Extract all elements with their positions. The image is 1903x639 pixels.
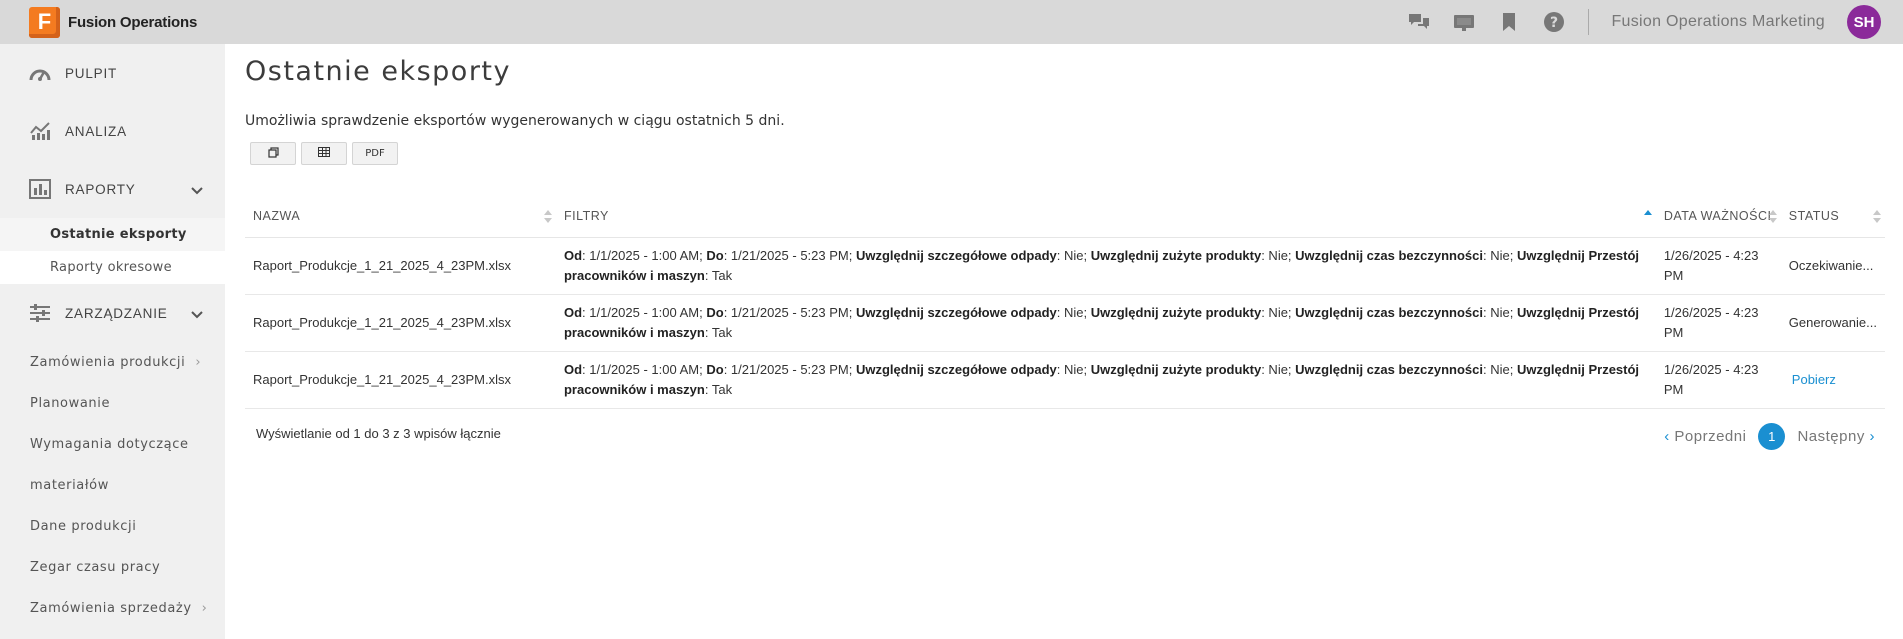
- brand[interactable]: F Fusion Operations: [29, 6, 198, 38]
- company-name[interactable]: Fusion Operations Marketing: [1611, 13, 1825, 31]
- sidebar-item-label: Zegar czasu pracy: [30, 560, 161, 575]
- reports-submenu: Ostatnie eksporty Raporty okresowe: [0, 218, 225, 284]
- pdf-button[interactable]: PDF: [352, 142, 398, 165]
- sidebar-item-label: materiałów: [30, 478, 109, 493]
- page-description: Umożliwia sprawdzenie eksportów wygenero…: [245, 113, 785, 129]
- sidebar-item-sales-orders[interactable]: Zamówienia sprzedaży ›: [0, 588, 225, 629]
- chevron-right-icon: ›: [201, 601, 208, 616]
- app-name: Fusion Operations: [68, 13, 198, 31]
- next-page-button[interactable]: Następny ›: [1797, 428, 1875, 445]
- sort-asc-icon: [1643, 210, 1652, 224]
- cell-name: Raport_Produkcje_1_21_2025_4_23PM.xlsx: [245, 351, 556, 409]
- cell-expiry: 1/26/2025 - 4:23 PM: [1655, 237, 1781, 295]
- cell-expiry: 1/26/2025 - 4:23 PM: [1655, 294, 1781, 352]
- sort-icon: [1873, 210, 1881, 224]
- sort-icon: [1768, 210, 1777, 224]
- sidebar-subitem-periodic-reports[interactable]: Raporty okresowe: [0, 251, 225, 284]
- sidebar-item-label: ANALIZA: [65, 123, 127, 139]
- cell-filters: Od: 1/1/2025 - 1:00 AM; Do: 1/21/2025 - …: [555, 351, 1656, 409]
- sidebar-item-analiza[interactable]: ANALIZA: [0, 102, 225, 160]
- report-icon: [29, 178, 51, 200]
- sidebar: PULPIT ANALIZA RAPORTY Ostatnie eksporty…: [0, 44, 225, 639]
- page-title: Ostatnie eksporty: [245, 56, 511, 87]
- column-header-status[interactable]: STATUS: [1780, 196, 1885, 238]
- bookmark-icon[interactable]: [1497, 10, 1521, 34]
- previous-page-button[interactable]: ‹ Poprzedni: [1664, 428, 1746, 445]
- column-header-name[interactable]: NAZWA: [245, 196, 556, 238]
- sidebar-item-material-requirements-cont[interactable]: materiałów: [0, 465, 225, 506]
- sidebar-item-pulpit[interactable]: PULPIT: [0, 44, 225, 102]
- presentation-icon[interactable]: [1452, 10, 1476, 34]
- chat-icon[interactable]: [1407, 10, 1431, 34]
- cell-name: Raport_Produkcje_1_21_2025_4_23PM.xlsx: [245, 294, 556, 352]
- cell-name: Raport_Produkcje_1_21_2025_4_23PM.xlsx: [245, 237, 556, 295]
- download-link[interactable]: Pobierz: [1792, 372, 1836, 387]
- chevron-right-icon: ›: [1869, 428, 1875, 445]
- svg-text:?: ?: [1550, 15, 1558, 31]
- cell-expiry: 1/26/2025 - 4:23 PM: [1655, 351, 1781, 409]
- chart-icon: [29, 120, 51, 142]
- sidebar-item-label: Dane produkcji: [30, 519, 137, 534]
- top-bar: F Fusion Operations ? Fusion Operations …: [0, 0, 1903, 44]
- page-number-current[interactable]: 1: [1758, 423, 1786, 450]
- sidebar-item-label: Planowanie: [30, 396, 111, 411]
- table-header-row: NAZWA FILTRY DATA WAŻNOŚCI STATUS: [245, 196, 1885, 238]
- chevron-down-icon: [191, 180, 203, 199]
- sidebar-item-label: ZARZĄDZANIE: [65, 305, 168, 321]
- sidebar-item-label: RAPORTY: [65, 181, 136, 197]
- chevron-right-icon: ›: [195, 355, 202, 370]
- sidebar-item-time-clock[interactable]: Zegar czasu pracy: [0, 547, 225, 588]
- cell-status: Oczekiwanie...: [1780, 237, 1885, 295]
- sliders-icon: [29, 302, 51, 324]
- dashboard-icon: [29, 62, 51, 84]
- sidebar-item-label: Zamówienia sprzedaży: [30, 601, 192, 616]
- chevron-down-icon: [191, 304, 203, 323]
- table-row: Raport_Produkcje_1_21_2025_4_23PM.xlsx O…: [245, 294, 1885, 352]
- cell-filters: Od: 1/1/2025 - 1:00 AM; Do: 1/21/2025 - …: [555, 237, 1656, 295]
- sidebar-item-planning[interactable]: Planowanie: [0, 383, 225, 424]
- table-info: Wyświetlanie od 1 do 3 z 3 wpisów łączni…: [256, 426, 501, 441]
- column-header-expiry[interactable]: DATA WAŻNOŚCI: [1655, 196, 1781, 238]
- sidebar-item-raporty[interactable]: RAPORTY: [0, 160, 225, 218]
- copy-button[interactable]: [250, 142, 296, 165]
- sidebar-item-production-data[interactable]: Dane produkcji: [0, 506, 225, 547]
- sidebar-item-label: Wymagania dotyczące: [30, 437, 189, 452]
- sidebar-item-material-requirements[interactable]: Wymagania dotyczące: [0, 424, 225, 465]
- divider: [1588, 9, 1590, 35]
- copy-icon: [267, 146, 279, 161]
- table-icon: [318, 147, 330, 160]
- export-toolbar: PDF: [250, 142, 403, 165]
- sidebar-item-zarzadzanie[interactable]: ZARZĄDZANIE: [0, 284, 225, 342]
- main-content: Ostatnie eksporty Umożliwia sprawdzenie …: [225, 44, 1903, 639]
- help-icon[interactable]: ?: [1542, 10, 1566, 34]
- excel-button[interactable]: [301, 142, 347, 165]
- sort-icon: [543, 210, 552, 224]
- sidebar-item-production-orders[interactable]: Zamówienia produkcji ›: [0, 342, 225, 383]
- app-logo: F: [29, 6, 60, 38]
- pagination: ‹ Poprzedni 1 Następny ›: [1664, 423, 1875, 450]
- table-row: Raport_Produkcje_1_21_2025_4_23PM.xlsx O…: [245, 237, 1885, 295]
- sidebar-item-label: PULPIT: [65, 65, 118, 81]
- cell-filters: Od: 1/1/2025 - 1:00 AM; Do: 1/21/2025 - …: [555, 294, 1656, 352]
- chevron-left-icon: ‹: [1664, 428, 1670, 445]
- table-row: Raport_Produkcje_1_21_2025_4_23PM.xlsx O…: [245, 351, 1885, 409]
- sidebar-subitem-recent-exports[interactable]: Ostatnie eksporty: [0, 218, 225, 251]
- cell-status: Pobierz: [1780, 351, 1885, 409]
- exports-table: NAZWA FILTRY DATA WAŻNOŚCI STATUS Raport…: [245, 196, 1885, 409]
- column-header-filters[interactable]: FILTRY: [555, 196, 1656, 238]
- sidebar-item-label: Zamówienia produkcji: [30, 355, 186, 370]
- cell-status: Generowanie...: [1780, 294, 1885, 352]
- user-avatar[interactable]: SH: [1847, 5, 1881, 39]
